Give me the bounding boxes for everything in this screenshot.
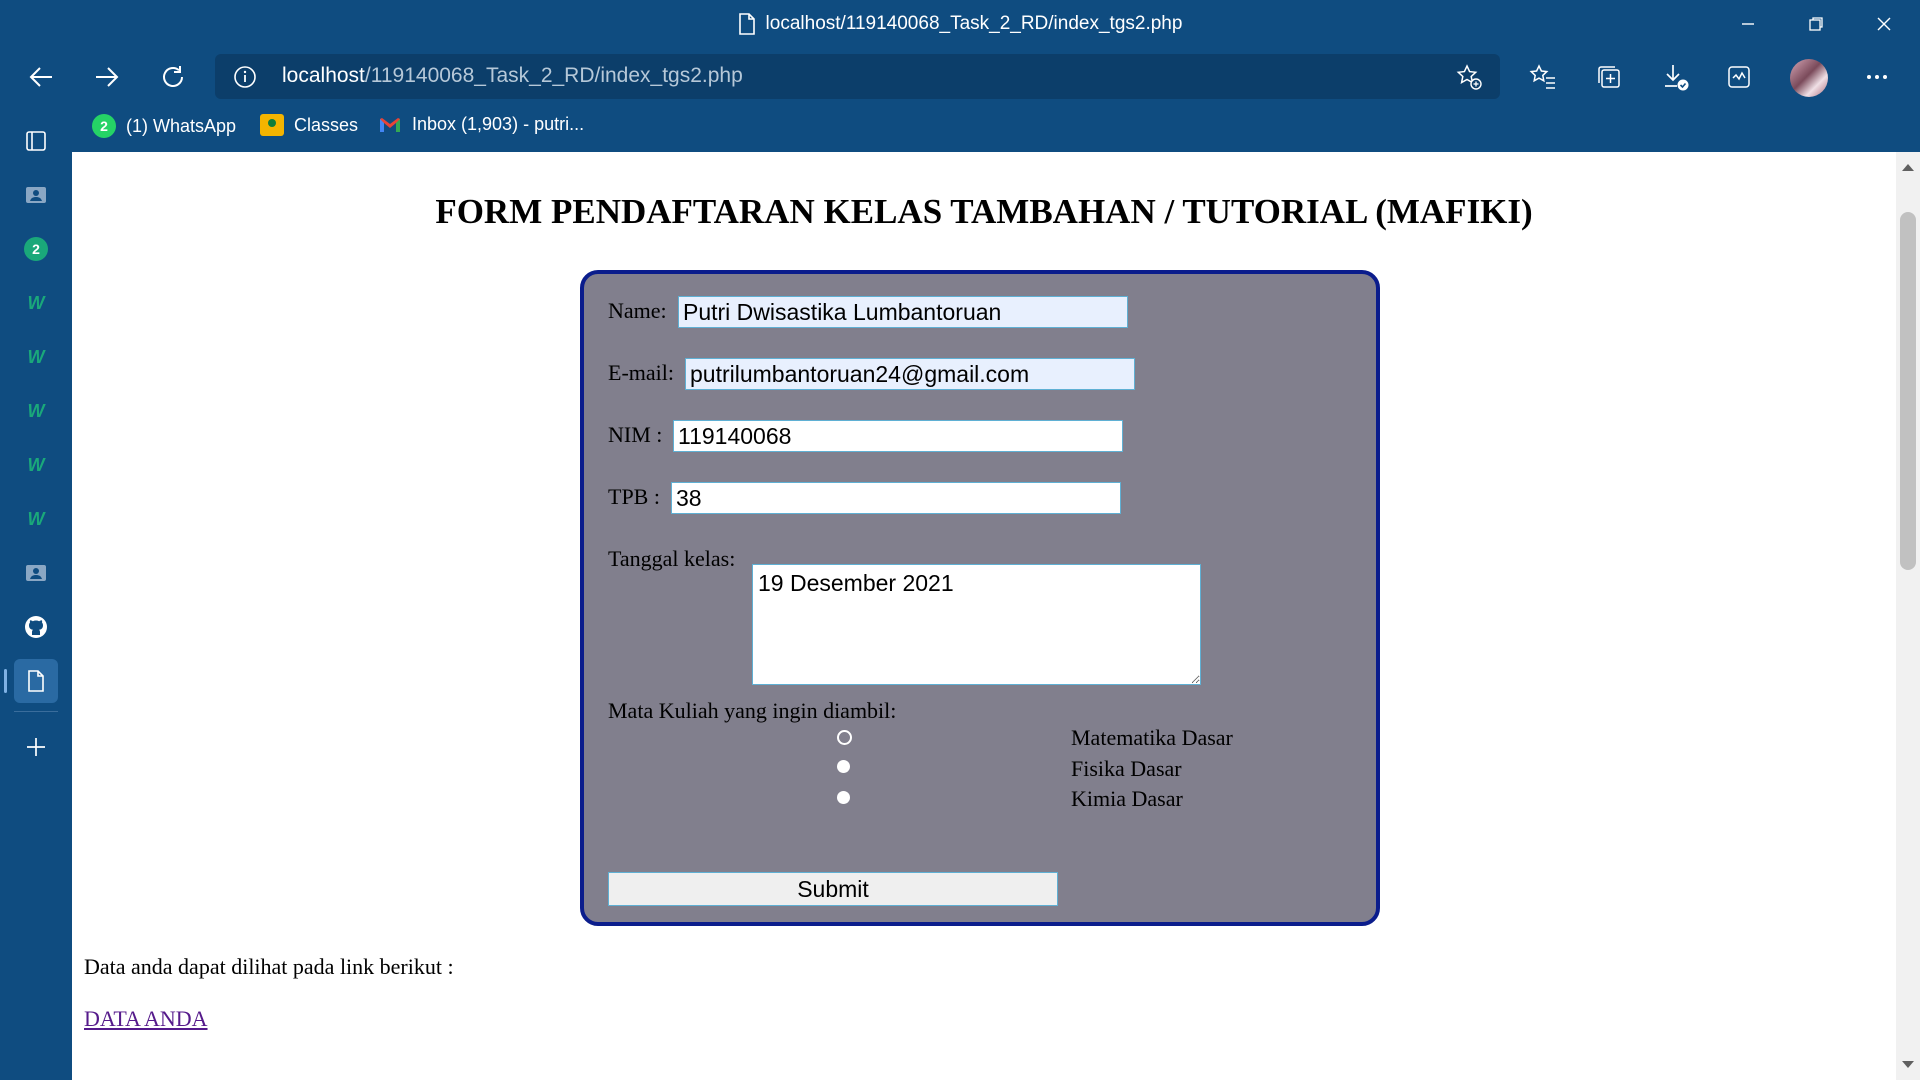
option-label-matematika: Matematika Dasar [1071, 725, 1233, 750]
whatsapp-icon: 2 [24, 237, 48, 261]
sidebar-tab-w4[interactable]: W [14, 443, 58, 487]
page-title: FORM PENDAFTARAN KELAS TAMBAHAN / TUTORI… [435, 192, 1533, 231]
sidebar-divider [14, 711, 58, 712]
w-logo-icon: W [27, 400, 45, 421]
url-path: /119140068_Task_2_RD/index_tgs2.php [364, 64, 743, 87]
bookmark-classes[interactable]: Classes [260, 114, 358, 136]
plus-icon [27, 738, 45, 756]
url-text[interactable]: localhost/119140068_Task_2_RD/index_tgs2… [282, 64, 743, 88]
w-logo-icon: W [27, 508, 45, 529]
tanggal-label: Tanggal kelas: [608, 546, 736, 571]
add-favorite-icon[interactable] [1455, 63, 1483, 91]
bookmark-label: Inbox (1,903) - putri... [412, 114, 585, 134]
bookmark-whatsapp[interactable]: 2 (1) WhatsApp [92, 114, 236, 138]
submit-button[interactable]: Submit [608, 872, 1058, 906]
back-arrow-icon [29, 67, 52, 87]
window-title: localhost/119140068_Task_2_RD/index_tgs2… [765, 13, 1183, 34]
tpb-label: TPB : [608, 484, 660, 509]
performance-button[interactable] [1718, 56, 1760, 98]
page-file-icon [28, 670, 44, 692]
scrollbar-thumb[interactable] [1900, 212, 1916, 570]
forward-button[interactable] [86, 56, 128, 98]
heart-pulse-icon [1728, 66, 1750, 88]
whatsapp-icon: 2 [92, 114, 116, 138]
name-label: Name: [608, 298, 667, 323]
scroll-down-arrow-icon[interactable] [1902, 1061, 1914, 1068]
sidebar-tab-whatsapp[interactable]: 2 [14, 227, 58, 271]
refresh-icon [163, 66, 183, 87]
restore-icon [1809, 17, 1823, 31]
data-anda-link[interactable]: DATA ANDA [84, 1006, 208, 1032]
forward-arrow-icon [96, 67, 119, 87]
gmail-icon [380, 117, 400, 132]
w-logo-icon: W [27, 346, 45, 367]
registration-form: Name: E-mail: NIM : TPB : Tanggal kelas:… [580, 270, 1380, 926]
contact-card-icon [26, 565, 46, 581]
favorites-button[interactable] [1522, 56, 1564, 98]
sidebar-tab-current-page[interactable] [4, 659, 58, 703]
collections-icon [1598, 66, 1620, 88]
nim-input[interactable] [673, 420, 1123, 452]
bookmark-label: (1) WhatsApp [126, 115, 237, 136]
scroll-up-arrow-icon[interactable] [1902, 164, 1914, 171]
email-label: E-mail: [608, 360, 674, 385]
w-logo-icon: W [27, 454, 45, 475]
vertical-tabs-sidebar: 2 W W W W W [0, 105, 72, 1080]
tpb-input[interactable] [671, 482, 1121, 514]
w-logo-icon: W [27, 292, 45, 313]
radio-matematika[interactable] [837, 730, 852, 745]
site-info-icon[interactable] [233, 65, 257, 89]
sidebar-tab-w5[interactable]: W [14, 497, 58, 541]
minimize-button[interactable] [1714, 0, 1782, 48]
downloads-button[interactable] [1654, 56, 1696, 98]
downloads-icon [1665, 65, 1689, 91]
navigation-bar: localhost/119140068_Task_2_RD/index_tgs2… [0, 48, 1920, 105]
close-icon [1877, 17, 1891, 31]
google-classroom-icon [260, 114, 284, 136]
favorites-icon [1529, 64, 1555, 89]
bookmark-inbox[interactable]: Inbox (1,903) - putri... [378, 114, 584, 135]
info-text: Data anda dapat dilihat pada link beriku… [84, 954, 454, 979]
sidebar-tab-w3[interactable]: W [14, 389, 58, 433]
address-bar[interactable]: localhost/119140068_Task_2_RD/index_tgs2… [215, 54, 1500, 99]
refresh-button[interactable] [152, 56, 194, 98]
window-title-wrap: localhost/119140068_Task_2_RD/index_tgs2… [0, 0, 1920, 48]
page-file-icon [738, 13, 755, 35]
restore-button[interactable] [1782, 0, 1850, 48]
tab-actions-button[interactable] [14, 119, 58, 163]
collections-button[interactable] [1588, 56, 1630, 98]
matkul-label: Mata Kuliah yang ingin diambil: [608, 698, 897, 723]
more-dots-icon [1867, 75, 1887, 79]
sidebar-tab-w1[interactable]: W [14, 281, 58, 325]
sidebar-tab-contact-2[interactable] [14, 551, 58, 595]
sidebar-tab-github[interactable] [14, 605, 58, 649]
nim-label: NIM : [608, 422, 663, 447]
bookmarks-bar: 2 (1) WhatsApp Classes Inbox (1,903) - p… [72, 105, 1920, 152]
title-bar: localhost/119140068_Task_2_RD/index_tgs2… [0, 0, 1920, 48]
radio-kimia[interactable] [837, 791, 850, 804]
tanggal-textarea[interactable]: 19 Desember 2021 [752, 564, 1201, 685]
back-button[interactable] [20, 56, 62, 98]
sidebar-tab-contact[interactable] [14, 173, 58, 217]
tab-actions-icon [26, 131, 46, 151]
sidebar-tab-w2[interactable]: W [14, 335, 58, 379]
radio-fisika[interactable] [837, 760, 850, 773]
page-content: FORM PENDAFTARAN KELAS TAMBAHAN / TUTORI… [72, 152, 1896, 1080]
minimize-icon [1742, 23, 1754, 25]
page-scrollbar[interactable] [1896, 152, 1920, 1080]
github-icon [25, 616, 47, 638]
url-host: localhost [282, 64, 365, 87]
new-tab-button[interactable] [14, 725, 58, 769]
email-input[interactable] [685, 358, 1135, 390]
option-label-fisika: Fisika Dasar [1071, 756, 1182, 781]
settings-menu-button[interactable] [1856, 56, 1898, 98]
name-input[interactable] [678, 296, 1128, 328]
option-label-kimia: Kimia Dasar [1071, 786, 1183, 811]
bookmark-label: Classes [294, 114, 359, 135]
close-button[interactable] [1850, 0, 1918, 48]
profile-avatar[interactable] [1790, 59, 1828, 97]
contact-card-icon [26, 187, 46, 203]
